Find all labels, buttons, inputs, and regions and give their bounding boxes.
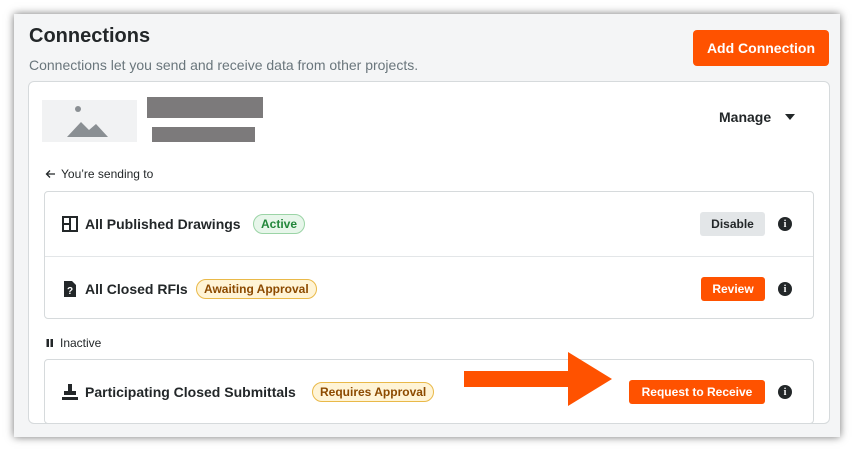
sending-section-label: You’re sending to [45,167,153,181]
sending-connections-list: All Published Drawings Active Disable i … [44,191,814,319]
page-subtitle: Connections let you send and receive dat… [29,57,419,73]
add-connection-button[interactable]: Add Connection [693,30,829,66]
submittal-stamp-icon [62,384,78,400]
info-icon[interactable]: i [778,217,792,231]
list-item: ? All Closed RFIs Awaiting Approval Revi… [45,256,813,320]
manage-label: Manage [719,109,772,125]
status-badge: Requires Approval [312,382,435,402]
project-thumbnail [42,100,137,142]
redacted-project-company [152,127,255,142]
review-button[interactable]: Review [701,277,765,301]
sending-label-text: You’re sending to [61,167,154,181]
page-title: Connections [29,25,151,47]
request-to-receive-button[interactable]: Request to Receive [629,380,765,404]
image-placeholder-icon [67,106,108,137]
info-icon[interactable]: i [778,282,792,296]
arrow-left-icon [45,170,55,178]
redacted-project-name [147,97,263,118]
list-item: Participating Closed Submittals Requires… [45,360,813,424]
status-badge: Awaiting Approval [196,279,317,299]
inactive-section-label: Inactive [45,336,101,350]
connection-title: All Closed RFIs [85,280,188,297]
connection-title: All Published Drawings [85,216,241,232]
inactive-label-text: Inactive [60,336,102,350]
rfi-question-icon: ? [64,281,76,297]
pause-icon [46,339,53,347]
caret-down-icon [785,114,796,120]
disable-button[interactable]: Disable [700,212,765,236]
arrow-annotation-icon [464,352,612,406]
inactive-connections-list: Participating Closed Submittals Requires… [44,359,814,424]
connection-title: Participating Closed Submittals [85,384,296,400]
connection-card: Manage You’re sending to All Published D… [28,81,830,424]
info-icon[interactable]: i [778,385,792,399]
connections-panel: Connections Connections let you send and… [14,14,840,437]
manage-dropdown[interactable]: Manage [719,106,796,128]
drawings-icon [62,216,78,232]
svg-text:?: ? [67,286,73,297]
list-item: All Published Drawings Active Disable i [45,192,813,256]
status-badge: Active [253,214,306,234]
